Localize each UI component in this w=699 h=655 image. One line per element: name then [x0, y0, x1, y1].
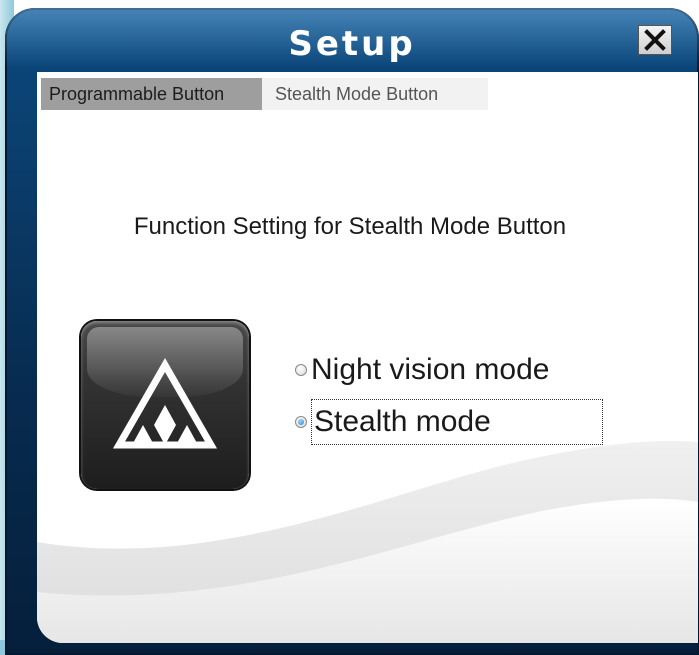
option-stealth-mode[interactable]: Stealth mode [295, 396, 603, 448]
tab-label: Stealth Mode Button [275, 84, 439, 104]
tab-label: Programmable Button [49, 84, 225, 104]
screen: Setup Programmable Button Stealth Mode B… [0, 0, 699, 655]
radio-night-vision[interactable] [295, 364, 307, 376]
close-button[interactable] [638, 25, 672, 55]
stealth-button-image [81, 321, 249, 489]
tab-strip: Programmable Button Stealth Mode Button [41, 78, 488, 110]
radio-stealth-mode[interactable] [295, 416, 307, 428]
setup-window: Setup Programmable Button Stealth Mode B… [5, 8, 699, 655]
function-setting-heading: Function Setting for Stealth Mode Button [133, 213, 567, 240]
window-title: Setup [288, 24, 416, 64]
triforce-triangle-icon [112, 357, 218, 449]
option-label: Night vision mode [311, 353, 550, 386]
tab-programmable-button[interactable]: Programmable Button [41, 78, 262, 110]
close-x-icon [644, 29, 666, 51]
option-night-vision[interactable]: Night vision mode [295, 344, 603, 396]
client-area: Programmable Button Stealth Mode Button … [37, 72, 698, 643]
focus-rectangle: Stealth mode [311, 399, 603, 445]
mode-options: Night vision mode Stealth mode [295, 344, 603, 448]
title-bar[interactable]: Setup [5, 8, 699, 70]
option-label: Stealth mode [314, 405, 491, 438]
tab-stealth-mode-button[interactable]: Stealth Mode Button [262, 78, 488, 110]
